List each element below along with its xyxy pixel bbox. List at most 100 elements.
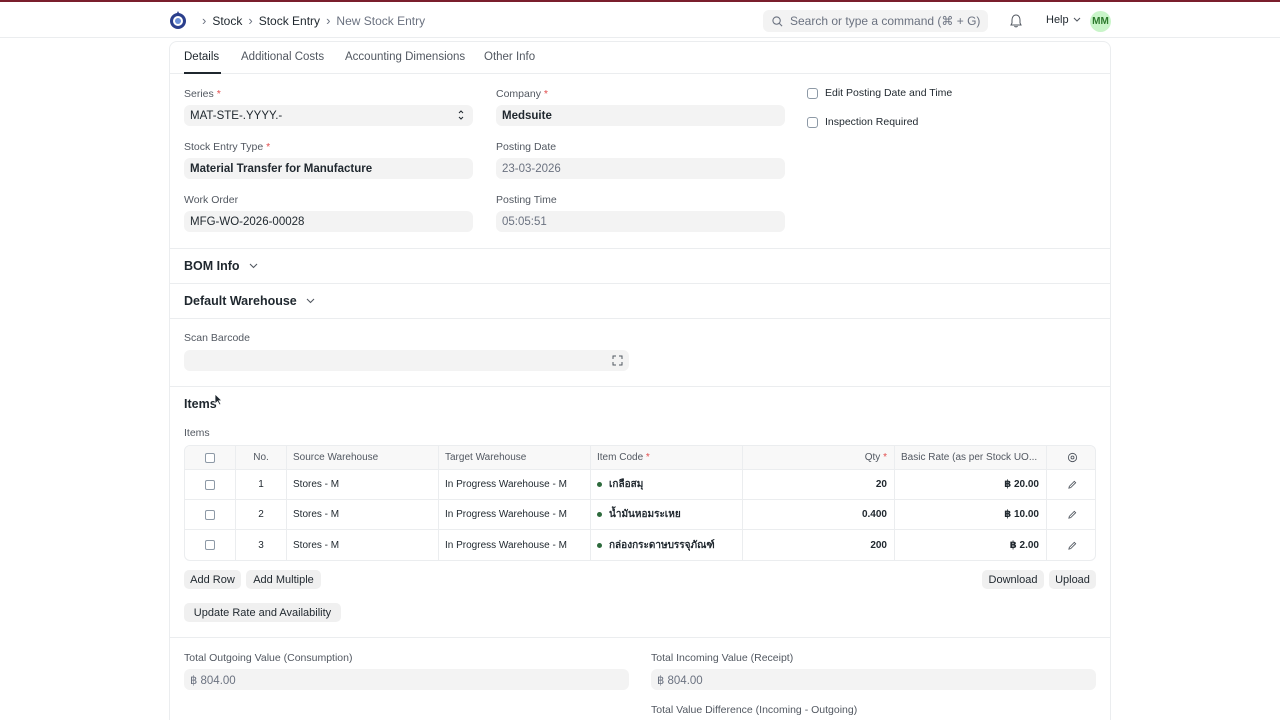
- chevron-down-icon: [249, 263, 257, 269]
- search-input[interactable]: Search or type a command (⌘ + G): [763, 10, 988, 32]
- cell-no: 1: [236, 470, 287, 499]
- cell-qty[interactable]: 20: [743, 470, 895, 499]
- items-table-label: Items: [184, 427, 210, 439]
- required-mark: *: [266, 141, 271, 153]
- inspection-label: Inspection Required: [825, 116, 919, 128]
- default-warehouse-title: Default Warehouse: [184, 294, 297, 308]
- cell-item-code[interactable]: กล่องกระดาษบรรจุภัณฑ์: [591, 530, 743, 560]
- pencil-icon[interactable]: [1067, 480, 1077, 489]
- scan-barcode-input[interactable]: [184, 350, 629, 371]
- scan-barcode-label: Scan Barcode: [184, 332, 250, 344]
- row-checkbox[interactable]: [205, 509, 215, 520]
- row-select-cell: [185, 470, 236, 499]
- required-mark: *: [645, 452, 650, 463]
- app-logo-icon[interactable]: [169, 10, 187, 30]
- company-label-text: Company: [496, 88, 541, 100]
- edit-posting-checkbox-row[interactable]: Edit Posting Date and Time: [807, 87, 952, 99]
- header-no: No.: [236, 446, 287, 469]
- scan-icon[interactable]: [612, 355, 623, 366]
- select-all-checkbox[interactable]: [205, 452, 215, 463]
- total-incoming-field: ฿ 804.00: [651, 669, 1096, 690]
- bell-icon[interactable]: [1010, 14, 1022, 28]
- cell-target-warehouse[interactable]: In Progress Warehouse - M: [439, 470, 591, 499]
- breadcrumb: › Stock › Stock Entry › New Stock Entry: [196, 13, 425, 28]
- add-row-button[interactable]: Add Row: [184, 570, 241, 589]
- pencil-icon[interactable]: [1067, 541, 1077, 550]
- form-card: Details Additional Costs Accounting Dime…: [169, 41, 1111, 720]
- active-tab-indicator: [184, 72, 221, 74]
- cell-target-warehouse[interactable]: In Progress Warehouse - M: [439, 500, 591, 529]
- status-dot-icon: [597, 512, 602, 517]
- posting-date-field[interactable]: 23-03-2026: [496, 158, 785, 179]
- tab-other-info[interactable]: Other Info: [484, 51, 535, 63]
- search-placeholder: Search or type a command (⌘ + G): [790, 14, 981, 28]
- table-row[interactable]: 1 Stores - M In Progress Warehouse - M เ…: [185, 470, 1095, 500]
- cell-item-code[interactable]: น้ำมันหอมระเหย: [591, 500, 743, 529]
- series-label: Series *: [184, 88, 221, 100]
- cell-qty[interactable]: 0.400: [743, 500, 895, 529]
- section-divider: [170, 386, 1110, 387]
- download-button[interactable]: Download: [982, 570, 1044, 589]
- required-mark: *: [883, 452, 887, 463]
- total-incoming-value: ฿ 804.00: [657, 674, 703, 687]
- entry-type-label: Stock Entry Type *: [184, 141, 270, 153]
- chevron-right-icon: ›: [202, 13, 207, 28]
- help-label: Help: [1046, 14, 1069, 26]
- edit-posting-checkbox[interactable]: [807, 87, 818, 99]
- tab-additional-costs[interactable]: Additional Costs: [241, 51, 324, 63]
- search-icon: [772, 15, 783, 26]
- avatar[interactable]: MM: [1090, 11, 1111, 32]
- header-target-warehouse: Target Warehouse: [439, 446, 591, 469]
- cell-basic-rate[interactable]: ฿ 2.00: [895, 530, 1047, 560]
- upload-button[interactable]: Upload: [1049, 570, 1096, 589]
- header-basic-rate: Basic Rate (as per Stock UO...: [895, 446, 1047, 469]
- item-code-text: กล่องกระดาษบรรจุภัณฑ์: [609, 539, 715, 551]
- cell-target-warehouse[interactable]: In Progress Warehouse - M: [439, 530, 591, 560]
- entry-type-field[interactable]: Material Transfer for Manufacture: [184, 158, 473, 179]
- bom-info-section-toggle[interactable]: BOM Info: [184, 259, 258, 273]
- header-qty-text: Qty: [864, 452, 881, 463]
- cell-source-warehouse[interactable]: Stores - M: [287, 530, 439, 560]
- company-field[interactable]: Medsuite: [496, 105, 785, 126]
- update-rate-button[interactable]: Update Rate and Availability: [184, 603, 341, 622]
- header-item-code: Item Code *: [591, 446, 743, 469]
- cell-basic-rate[interactable]: ฿ 10.00: [895, 500, 1047, 529]
- work-order-label: Work Order: [184, 194, 239, 206]
- help-dropdown[interactable]: Help: [1046, 14, 1081, 26]
- series-label-text: Series: [184, 88, 214, 100]
- work-order-field[interactable]: MFG-WO-2026-00028: [184, 211, 473, 232]
- required-mark: *: [216, 88, 221, 100]
- gear-icon[interactable]: [1067, 452, 1078, 463]
- cell-source-warehouse[interactable]: Stores - M: [287, 470, 439, 499]
- status-dot-icon: [597, 542, 602, 548]
- section-divider: [170, 248, 1110, 249]
- chevron-down-icon: [306, 298, 315, 304]
- table-row[interactable]: 2 Stores - M In Progress Warehouse - M น…: [185, 500, 1095, 530]
- cell-basic-rate[interactable]: ฿ 20.00: [895, 470, 1047, 499]
- tab-details[interactable]: Details: [184, 51, 219, 63]
- header-item-code-text: Item Code: [597, 452, 644, 463]
- items-section-title: Items: [184, 397, 217, 411]
- total-incoming-label: Total Incoming Value (Receipt): [651, 652, 794, 664]
- posting-time-label: Posting Time: [496, 194, 557, 206]
- cell-source-warehouse[interactable]: Stores - M: [287, 500, 439, 529]
- inspection-checkbox-row[interactable]: Inspection Required: [807, 116, 918, 128]
- tab-accounting-dimensions[interactable]: Accounting Dimensions: [345, 51, 465, 63]
- series-select[interactable]: MAT-STE-.YYYY.-: [184, 105, 473, 126]
- pencil-icon[interactable]: [1067, 510, 1077, 519]
- section-divider: [170, 283, 1110, 284]
- posting-time-field[interactable]: 05:05:51: [496, 211, 785, 232]
- table-row[interactable]: 3 Stores - M In Progress Warehouse - M ก…: [185, 530, 1095, 560]
- row-checkbox[interactable]: [205, 540, 215, 550]
- cell-qty[interactable]: 200: [743, 530, 895, 560]
- posting-date-label: Posting Date: [496, 141, 557, 153]
- breadcrumb-stock[interactable]: Stock: [212, 14, 242, 28]
- inspection-checkbox[interactable]: [807, 116, 818, 128]
- posting-date-value: 23-03-2026: [502, 162, 561, 175]
- cell-item-code[interactable]: เกลือสมุ: [591, 470, 743, 499]
- default-warehouse-section-toggle[interactable]: Default Warehouse: [184, 294, 315, 308]
- row-checkbox[interactable]: [205, 479, 215, 490]
- breadcrumb-stock-entry[interactable]: Stock Entry: [259, 14, 320, 28]
- add-multiple-button[interactable]: Add Multiple: [246, 570, 321, 589]
- total-difference-label: Total Value Difference (Incoming - Outgo…: [651, 704, 858, 716]
